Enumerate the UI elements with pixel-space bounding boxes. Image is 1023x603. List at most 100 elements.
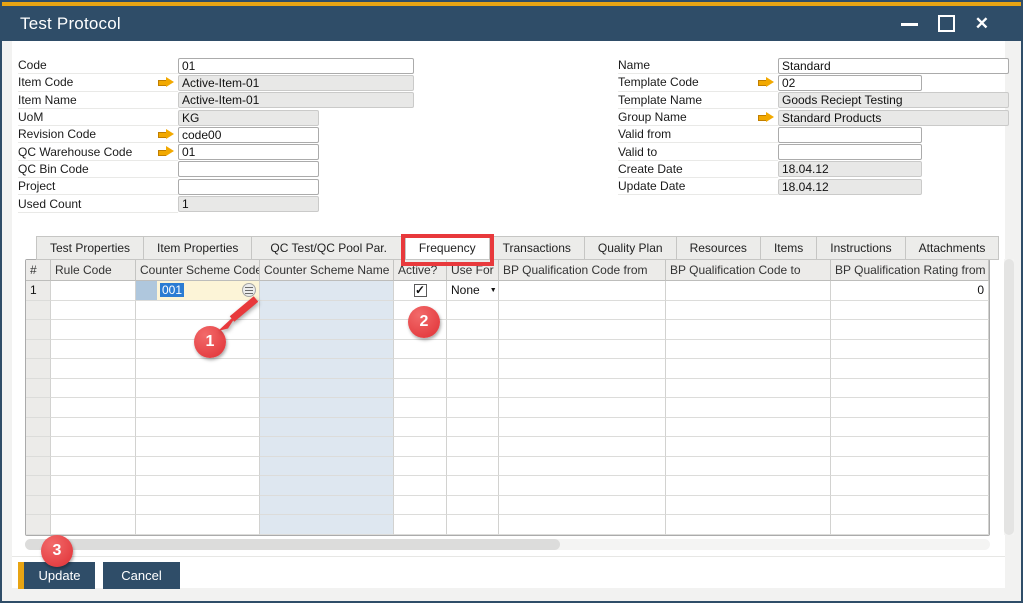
row-number-cell[interactable] [26, 418, 51, 438]
rule-code-cell[interactable] [51, 359, 136, 379]
name-input[interactable]: Standard [778, 58, 1009, 74]
row-number-cell[interactable]: 1 [26, 281, 51, 301]
rule-code-cell[interactable] [51, 418, 136, 438]
template-code-input[interactable]: 02 [778, 75, 922, 91]
bp-rating-from-cell[interactable] [831, 476, 989, 496]
tab-instructions[interactable]: Instructions [816, 236, 904, 260]
bp-rating-from-cell[interactable] [831, 359, 989, 379]
vertical-scrollbar[interactable] [1004, 259, 1014, 535]
bp-code-to-cell[interactable] [666, 418, 831, 438]
bp-rating-from-cell[interactable] [831, 496, 989, 516]
bp-code-from-cell[interactable] [499, 301, 666, 321]
row-number-cell[interactable] [26, 301, 51, 321]
row-number-cell[interactable] [26, 515, 51, 535]
bp-rating-from-cell[interactable] [831, 301, 989, 321]
bp-code-from-cell[interactable] [499, 496, 666, 516]
bp-code-from-cell[interactable] [499, 379, 666, 399]
tab-test-properties[interactable]: Test Properties [36, 236, 143, 260]
row-number-cell[interactable] [26, 379, 51, 399]
close-icon[interactable]: ✕ [975, 15, 989, 32]
bp-code-from-cell[interactable] [499, 437, 666, 457]
counter-scheme-code-cell[interactable] [136, 476, 260, 496]
row-number-cell[interactable] [26, 320, 51, 340]
bp-code-from-cell[interactable] [499, 457, 666, 477]
horizontal-scrollbar[interactable] [25, 539, 990, 550]
bp-rating-from-cell[interactable] [831, 418, 989, 438]
bp-code-from-cell[interactable] [499, 340, 666, 360]
bp-rating-from-cell[interactable] [831, 398, 989, 418]
active-cell[interactable] [394, 515, 447, 535]
code-input[interactable]: 01 [178, 58, 414, 74]
valid-to-input[interactable] [778, 144, 922, 160]
use-for-cell[interactable] [447, 496, 499, 516]
use-for-cell[interactable] [447, 340, 499, 360]
counter-scheme-code-cell[interactable] [136, 496, 260, 516]
rule-code-cell[interactable] [51, 340, 136, 360]
bp-rating-from-cell[interactable] [831, 379, 989, 399]
active-cell[interactable] [394, 379, 447, 399]
valid-from-input[interactable] [778, 127, 922, 143]
tab-transactions[interactable]: Transactions [489, 236, 584, 260]
use-for-cell[interactable] [447, 515, 499, 535]
counter-scheme-code-cell[interactable] [136, 457, 260, 477]
rule-code-cell[interactable] [51, 457, 136, 477]
use-for-cell[interactable] [447, 457, 499, 477]
counter-scheme-code-cell[interactable] [136, 418, 260, 438]
use-for-cell[interactable] [447, 301, 499, 321]
row-number-cell[interactable] [26, 398, 51, 418]
tab-frequency[interactable]: Frequency [405, 236, 489, 260]
vertical-scrollbar-thumb[interactable] [1004, 259, 1014, 535]
use-for-cell[interactable] [447, 379, 499, 399]
rule-code-cell[interactable] [51, 320, 136, 340]
titlebar[interactable]: Test Protocol ✕ [0, 6, 1023, 41]
bp-code-to-cell[interactable] [666, 457, 831, 477]
bp-rating-from-cell[interactable]: 0 [831, 281, 989, 301]
project-input[interactable] [178, 179, 319, 195]
bp-code-to-cell[interactable] [666, 320, 831, 340]
link-arrow-icon[interactable] [158, 146, 174, 157]
bp-rating-from-cell[interactable] [831, 320, 989, 340]
tab-item-properties[interactable]: Item Properties [143, 236, 251, 260]
rule-code-cell[interactable] [51, 496, 136, 516]
use-for-cell[interactable] [447, 398, 499, 418]
bp-code-to-cell[interactable] [666, 379, 831, 399]
bp-code-from-cell[interactable] [499, 359, 666, 379]
counter-scheme-code-value[interactable]: 001 [160, 283, 184, 297]
bp-code-from-cell[interactable] [499, 515, 666, 535]
qc-bin-input[interactable] [178, 161, 319, 177]
bp-rating-from-cell[interactable] [831, 340, 989, 360]
counter-scheme-code-cell[interactable] [136, 359, 260, 379]
active-cell[interactable] [394, 340, 447, 360]
cancel-button[interactable]: Cancel [103, 562, 180, 589]
bp-code-to-cell[interactable] [666, 281, 831, 301]
rule-code-cell[interactable] [51, 515, 136, 535]
col-use-for[interactable]: Use For [447, 260, 499, 281]
rule-code-cell[interactable] [51, 379, 136, 399]
rule-code-cell[interactable] [51, 398, 136, 418]
link-arrow-icon[interactable] [758, 112, 774, 123]
active-cell[interactable] [394, 437, 447, 457]
counter-scheme-code-cell[interactable] [136, 379, 260, 399]
tab-resources[interactable]: Resources [676, 236, 760, 260]
bp-rating-from-cell[interactable] [831, 437, 989, 457]
use-for-cell[interactable] [447, 476, 499, 496]
link-arrow-icon[interactable] [158, 77, 174, 88]
bp-code-from-cell[interactable] [499, 418, 666, 438]
col-active[interactable]: Active? [394, 260, 447, 281]
counter-scheme-code-cell[interactable] [136, 398, 260, 418]
active-cell[interactable] [394, 398, 447, 418]
maximize-icon[interactable] [938, 15, 955, 32]
use-for-cell[interactable] [447, 320, 499, 340]
bp-code-to-cell[interactable] [666, 359, 831, 379]
qc-warehouse-input[interactable]: 01 [178, 144, 319, 160]
tab-qc-test-qc-pool-par[interactable]: QC Test/QC Pool Par. [251, 236, 405, 260]
active-cell[interactable] [394, 359, 447, 379]
bp-code-from-cell[interactable] [499, 281, 666, 301]
active-cell[interactable] [394, 476, 447, 496]
row-number-cell[interactable] [26, 359, 51, 379]
col-bp-qualification-code-from[interactable]: BP Qualification Code from [499, 260, 666, 281]
active-checkbox[interactable]: ✓ [414, 284, 427, 297]
bp-code-to-cell[interactable] [666, 398, 831, 418]
tab-quality-plan[interactable]: Quality Plan [584, 236, 676, 260]
col-counter-scheme-name[interactable]: Counter Scheme Name [260, 260, 394, 281]
